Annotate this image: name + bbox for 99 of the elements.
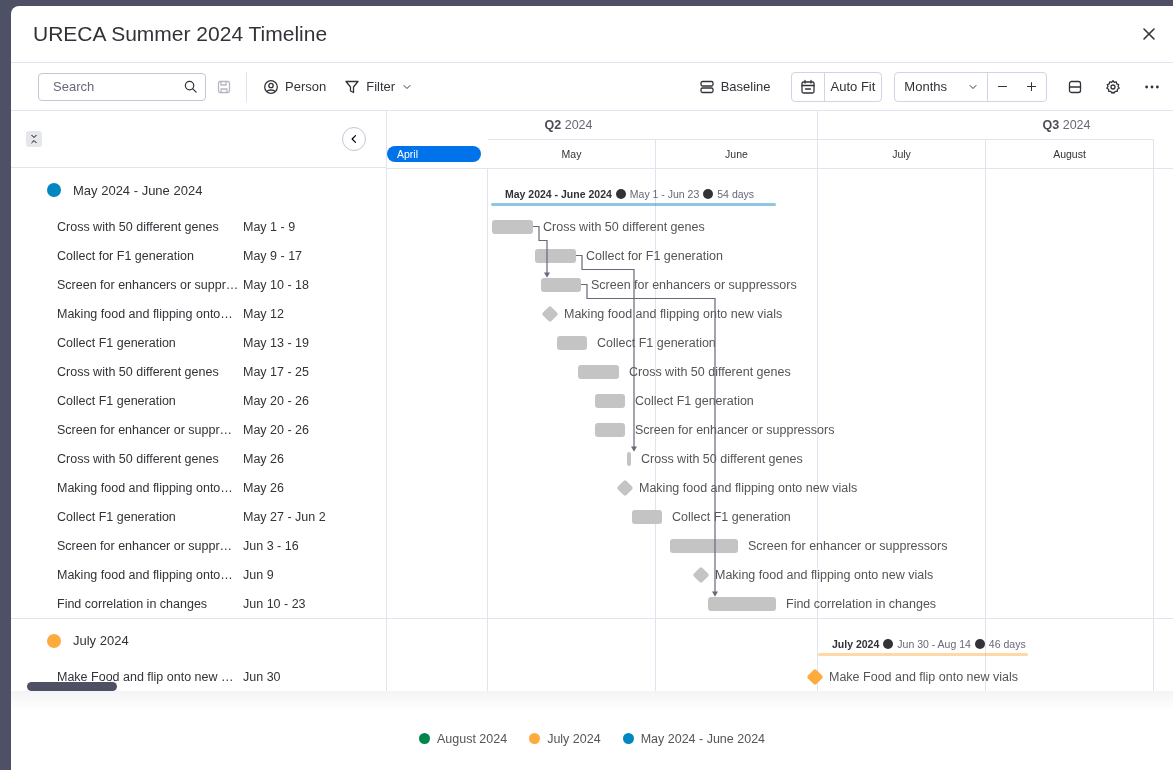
legend-label: August 2024	[436, 731, 508, 746]
task-name[interactable]: Cross with 50 different genes	[57, 364, 243, 379]
task-dates: May 9 - 17	[243, 248, 303, 263]
more-icon	[1145, 84, 1159, 89]
task-bar[interactable]	[578, 364, 619, 379]
collapse-arrows-icon	[28, 133, 40, 145]
search-field[interactable]: Search	[38, 72, 206, 101]
window-title: URECA Summer 2024 Timeline	[33, 22, 328, 46]
person-circle-icon	[263, 78, 279, 95]
task-dates: May 26	[243, 480, 284, 495]
task-name[interactable]: Screen for enhancers or suppr…	[57, 277, 243, 292]
person-filter-button[interactable]: Person	[257, 74, 333, 99]
month-header: June	[656, 139, 818, 168]
task-name[interactable]: Screen for enhancer or suppr…	[57, 538, 243, 553]
filter-button[interactable]: Filter	[338, 74, 420, 99]
task-dates: May 20 - 26	[243, 393, 309, 408]
separator-dot	[883, 639, 894, 649]
collapse-panel-button[interactable]	[342, 127, 366, 151]
scrollbar-thumb[interactable]	[27, 682, 117, 691]
task-name[interactable]: Cross with 50 different genes	[57, 451, 243, 466]
task-bar[interactable]	[595, 393, 625, 408]
task-bar-label: Cross with 50 different genes	[629, 363, 791, 380]
task-bar[interactable]	[557, 335, 587, 350]
search-icon	[183, 78, 198, 94]
task-name[interactable]: Cross with 50 different genes	[57, 219, 243, 234]
task-name[interactable]: Find correlation in changes	[57, 596, 243, 611]
separator-dot	[974, 639, 985, 649]
legend-label: July 2024	[547, 731, 601, 746]
task-bar-label: Cross with 50 different genes	[543, 218, 705, 235]
task-dates: Jun 3 - 16	[243, 538, 299, 553]
group-duration: 54 days	[717, 188, 755, 200]
funnel-icon	[344, 78, 361, 95]
task-bar-label: Collect F1 generation	[672, 508, 791, 525]
task-dates: Jun 30	[243, 669, 281, 684]
task-bar[interactable]	[670, 538, 738, 553]
month-header: August	[986, 139, 1154, 168]
separator-dot	[703, 189, 714, 199]
task-name[interactable]: Making food and flipping onto…	[57, 480, 243, 495]
separator-dot	[615, 189, 626, 199]
task-bar-label: Making food and flipping onto new vials	[639, 479, 858, 496]
task-bar[interactable]	[708, 596, 776, 611]
month-header: May	[488, 139, 656, 168]
task-bar[interactable]	[492, 219, 533, 234]
task-name[interactable]: Collect F1 generation	[57, 509, 243, 524]
task-dates: Jun 10 - 23	[243, 596, 306, 611]
group-summary-title: July 2024	[832, 638, 880, 650]
task-bar[interactable]	[595, 422, 625, 437]
task-bar-label: Collect for F1 generation	[586, 247, 723, 264]
task-dates: May 26	[243, 451, 284, 466]
quarter-header: Q2 2024	[387, 111, 818, 139]
group-name[interactable]: May 2024 - June 2024	[73, 182, 203, 198]
task-bar[interactable]	[535, 248, 576, 263]
task-dates: May 20 - 26	[243, 422, 309, 437]
task-bar-label: Making food and flipping onto new vials	[564, 305, 783, 322]
baseline-icon	[698, 78, 715, 95]
group-duration: 46 days	[988, 638, 1026, 650]
group-date-range: Jun 30 - Aug 14	[897, 638, 971, 650]
task-dates: May 13 - 19	[243, 335, 309, 350]
task-name[interactable]: Screen for enhancer or suppr…	[57, 422, 243, 437]
task-bar-label: Making food and flipping onto new vials	[715, 566, 934, 583]
group-name[interactable]: July 2024	[73, 633, 129, 648]
split-square-icon	[1067, 78, 1083, 95]
task-name[interactable]: Collect F1 generation	[57, 335, 243, 350]
task-name[interactable]: Collect F1 generation	[57, 393, 243, 408]
current-month-pill[interactable]: April	[387, 146, 481, 162]
quarter-header: Q3 2024	[818, 111, 1173, 139]
task-bar-label: Screen for enhancer or suppressors	[748, 537, 948, 554]
task-bar-label: Collect F1 generation	[597, 334, 716, 351]
task-bar-label: Cross with 50 different genes	[641, 450, 803, 467]
group-summary-title: May 2024 - June 2024	[505, 188, 612, 200]
task-name[interactable]: Making food and flipping onto…	[57, 306, 243, 321]
auto-fit-button[interactable]: Auto Fit	[824, 72, 882, 101]
collapse-all-button[interactable]	[26, 131, 42, 147]
task-bar[interactable]	[541, 277, 581, 292]
legend-label: May 2024 - June 2024	[640, 731, 766, 746]
task-name[interactable]: Collect for F1 generation	[57, 248, 243, 263]
task-dates: May 1 - 9	[243, 219, 296, 234]
task-dates: May 17 - 25	[243, 364, 309, 379]
close-icon	[1141, 26, 1157, 42]
task-bar-label: Find correlation in changes	[786, 595, 937, 612]
task-dates: May 12	[243, 306, 284, 321]
group-date-range: May 1 - Jun 23	[629, 188, 700, 200]
task-bar-label: Collect F1 generation	[635, 392, 754, 409]
task-bar[interactable]	[632, 509, 662, 524]
calendar-icon	[799, 78, 816, 95]
task-bar[interactable]	[627, 451, 631, 466]
task-name[interactable]: Make Food and flip onto new …	[57, 669, 243, 684]
task-dates: May 10 - 18	[243, 277, 309, 292]
settings-icon	[1105, 78, 1121, 95]
task-dates: May 27 - Jun 2	[243, 509, 326, 524]
time-scale-dropdown[interactable]: Months	[895, 72, 988, 101]
task-bar-label: Screen for enhancers or suppressors	[591, 276, 797, 293]
baseline-button[interactable]: Baseline	[692, 74, 777, 99]
task-name[interactable]: Making food and flipping onto…	[57, 567, 243, 582]
task-dates: Jun 9	[243, 567, 274, 582]
plus-icon	[1025, 80, 1038, 93]
task-bar-label: Make Food and flip onto new vials	[829, 668, 1018, 685]
month-header: July	[818, 139, 986, 168]
task-bar-label: Screen for enhancer or suppressors	[635, 421, 835, 438]
